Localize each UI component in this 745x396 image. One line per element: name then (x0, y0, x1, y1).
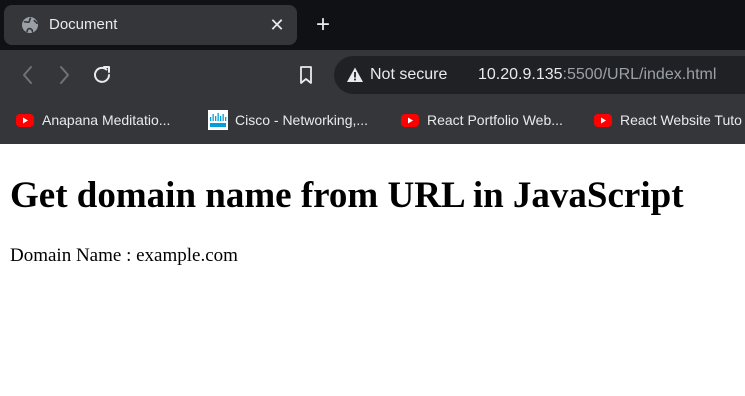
page-content: Get domain name from URL in JavaScript D… (0, 144, 745, 396)
warning-icon[interactable] (346, 66, 364, 84)
browser-chrome: Document ✕ + Not secure 10.20.9.135:5500… (0, 0, 745, 144)
security-label[interactable]: Not secure (370, 65, 447, 85)
back-arrow-icon[interactable] (16, 63, 40, 87)
bookmark-label: React Website Tuto (620, 112, 742, 128)
bookmark-icon[interactable] (294, 63, 318, 87)
close-icon[interactable]: ✕ (267, 15, 287, 35)
bookmark-label: Anapana Meditatio... (42, 112, 171, 128)
url-path: :5500/URL/index.html (562, 66, 717, 83)
toolbar: Not secure 10.20.9.135:5500/URL/index.ht… (0, 50, 745, 100)
domain-name-text: Domain Name : example.com (10, 245, 238, 266)
new-tab-button[interactable]: + (311, 13, 335, 37)
tab-document[interactable]: Document ✕ (4, 5, 297, 45)
page-heading: Get domain name from URL in JavaScript (10, 175, 684, 216)
url-text[interactable]: 10.20.9.135:5500/URL/index.html (478, 65, 716, 85)
bookmark-label: React Portfolio Web... (427, 112, 563, 128)
youtube-icon (401, 114, 419, 127)
youtube-icon (594, 114, 612, 127)
bookmark-label: Cisco - Networking,... (235, 112, 369, 128)
tab-title: Document (49, 16, 118, 33)
reload-icon[interactable] (90, 63, 114, 87)
tab-strip: Document ✕ + (0, 0, 745, 50)
cisco-icon (208, 110, 228, 130)
youtube-icon (16, 114, 34, 127)
url-host: 10.20.9.135 (478, 66, 563, 83)
forward-arrow-icon[interactable] (52, 63, 76, 87)
address-bar[interactable]: Not secure 10.20.9.135:5500/URL/index.ht… (334, 56, 745, 94)
bookmarks-bar: Anapana Meditatio... Cisco - Networking,… (0, 100, 745, 144)
globe-icon (22, 17, 38, 33)
